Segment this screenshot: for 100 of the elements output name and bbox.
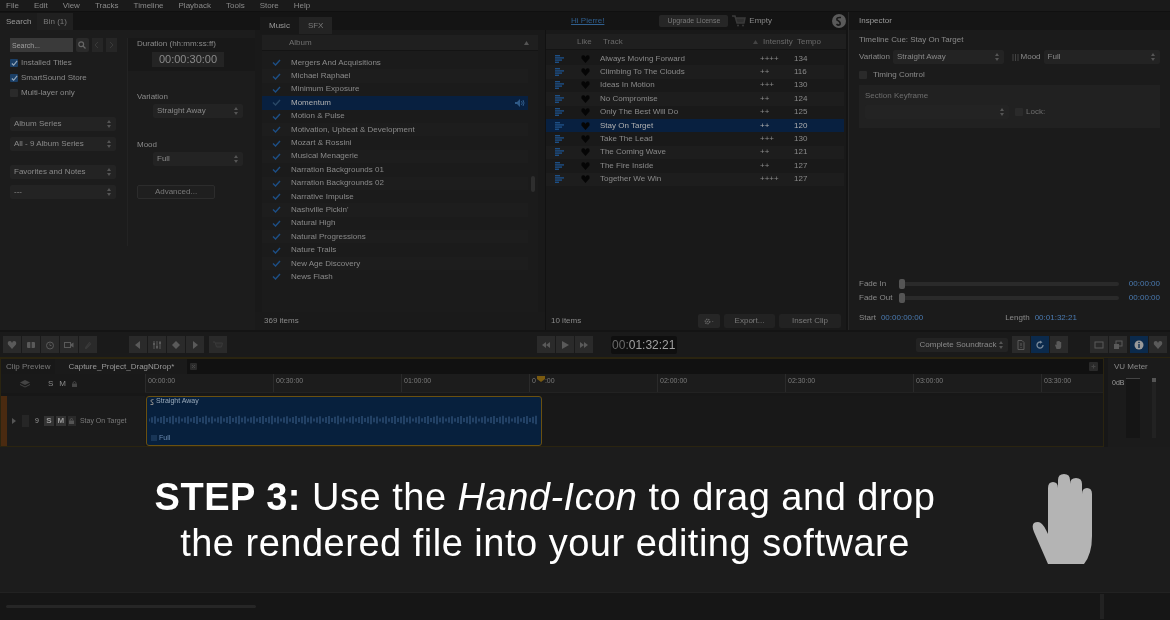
fast-forward-button[interactable]	[575, 336, 593, 353]
mixer-icon	[1011, 53, 1019, 61]
checkbox[interactable]	[10, 74, 18, 82]
track-row[interactable]: Only The Best Will Do ++ 125	[546, 105, 844, 119]
fade-time: 00:00:00	[1128, 292, 1160, 304]
menu-item[interactable]: Store	[259, 0, 279, 12]
select-field[interactable]: ---	[10, 185, 116, 199]
select-field[interactable]: Album Series	[10, 117, 116, 131]
tab[interactable]: Bin (1)	[37, 13, 73, 30]
split-icon	[26, 339, 36, 350]
album-name: Musical Menagerie	[291, 150, 360, 163]
track-title: Always Moving Forward	[600, 52, 686, 65]
menu-item[interactable]: Tools	[226, 0, 245, 12]
waveform-bars-icon	[555, 135, 564, 144]
track-row[interactable]: No Compromise ++ 124	[546, 92, 844, 106]
waveform-bars-icon	[555, 175, 564, 184]
album-row[interactable]: Minimum Exposure	[262, 82, 528, 97]
album-name: Natural Progressions	[291, 230, 367, 243]
tab[interactable]: Search	[0, 13, 38, 30]
track-row[interactable]: Climbing To The Clouds ++ 116	[546, 65, 844, 79]
menu-item[interactable]: Tracks	[94, 0, 119, 12]
album-row[interactable]: Mozart & Rossini	[262, 136, 528, 150]
select-field[interactable]: All - 9 Album Series	[10, 137, 116, 151]
select-field[interactable]: Full	[153, 152, 243, 166]
greeting-link[interactable]: Hi Pierre!	[571, 15, 605, 27]
album-name: Motivation, Upbeat & Development	[291, 123, 416, 136]
track-row[interactable]: Always Moving Forward ++++ 134	[546, 52, 844, 66]
album-name: Minimum Exposure	[291, 83, 361, 96]
tab[interactable]: Clip Preview	[1, 359, 56, 374]
intensity-text: ++++	[760, 173, 780, 186]
slider-thumb[interactable]	[899, 293, 905, 303]
track-title: Ideas In Motion	[600, 79, 656, 92]
select-field[interactable]: Full	[1043, 50, 1160, 64]
diamond-icon	[171, 339, 181, 350]
waveform-bars-icon	[555, 54, 564, 63]
tab[interactable]: SFX	[298, 17, 333, 34]
intensity-text: ++	[760, 66, 771, 79]
album-row[interactable]: Momentum	[262, 96, 528, 110]
menu-item[interactable]: Edit	[33, 0, 48, 12]
intensity-text: +++	[760, 79, 775, 92]
previous-button[interactable]	[91, 38, 103, 52]
mood-label: Mood	[137, 139, 158, 151]
waveform-bars-icon	[555, 148, 564, 157]
intensity-text: ++	[760, 146, 771, 159]
tool-button[interactable]	[1130, 336, 1148, 353]
menu-item[interactable]: Timeline	[133, 0, 164, 12]
select-field[interactable]: Favorites and Notes	[10, 165, 116, 179]
advanced-button[interactable]: Advanced...	[137, 185, 215, 199]
menu-item[interactable]: Help	[293, 0, 311, 12]
album-row[interactable]: Narrative Impulse	[262, 189, 528, 204]
fade-label: Fade Out	[859, 292, 894, 304]
tempo-text: 130	[794, 79, 809, 92]
track-row[interactable]: Take The Lead +++ 130	[546, 132, 844, 146]
album-name: Motion & Pulse	[291, 110, 346, 123]
solo-button[interactable]: S	[43, 416, 54, 426]
slider[interactable]	[899, 293, 1119, 303]
select-field[interactable]: Straight Away	[153, 104, 243, 118]
album-name: Nature Trails	[291, 244, 338, 257]
album-row[interactable]: News Flash	[262, 270, 528, 284]
track-row[interactable]: Ideas In Motion +++ 130	[546, 78, 844, 93]
menu-item[interactable]: Playback	[178, 0, 211, 12]
menu-item[interactable]: View	[62, 0, 80, 12]
track-row[interactable]: Stay On Target ++ 120	[546, 118, 844, 133]
album-row[interactable]: Mergers And Acquisitions	[262, 56, 528, 70]
insert-clip-button[interactable]: Insert Clip	[779, 314, 841, 328]
album-name: Nashville Pickin'	[291, 204, 350, 216]
rewind-button[interactable]	[537, 336, 555, 353]
settings-button[interactable]	[698, 314, 720, 328]
select-field[interactable]: Straight Away	[893, 50, 1004, 64]
album-row[interactable]: Motion & Pulse	[262, 109, 528, 123]
track-row[interactable]: The Coming Wave ++ 121	[546, 145, 844, 160]
export-button[interactable]: Export...	[724, 314, 775, 328]
track-row[interactable]: Together We Win ++++ 127	[546, 172, 844, 186]
lock-icon	[69, 418, 75, 424]
duration-field[interactable]: 00:00:30:00	[152, 52, 224, 67]
mute-button[interactable]: M	[55, 416, 66, 426]
search-button[interactable]	[76, 38, 89, 52]
album-name: Mergers And Acquisitions	[291, 56, 382, 69]
tab[interactable]: Capture_Project_DragNDrop*	[55, 359, 188, 374]
play-icon	[560, 339, 570, 350]
track-row[interactable]: The Fire Inside ++ 127	[546, 159, 844, 173]
lock-button[interactable]	[67, 416, 76, 426]
menu-item[interactable]: File	[6, 0, 19, 12]
select-field[interactable]: Complete Soundtrack	[915, 337, 1008, 352]
play-button[interactable]	[556, 336, 574, 353]
hand-icon	[1054, 339, 1064, 350]
column-header: Album	[289, 36, 313, 49]
next-button[interactable]	[105, 38, 117, 52]
tempo-text: 127	[794, 173, 809, 186]
album-row[interactable]: Nature Trails	[262, 243, 528, 257]
filter-label: Multi-layer only	[21, 87, 75, 99]
variation-label: Variation	[859, 51, 890, 63]
album-row[interactable]: Narration Backgrounds 01	[262, 163, 528, 177]
length-time: 00:01:32:21	[1034, 312, 1077, 324]
layers-icon	[1113, 339, 1123, 350]
slider-thumb[interactable]	[899, 279, 905, 289]
tool-button[interactable]	[1031, 336, 1049, 353]
slider[interactable]	[899, 279, 1119, 289]
checkbox[interactable]	[10, 59, 18, 67]
album-row[interactable]: Natural High	[262, 216, 528, 231]
